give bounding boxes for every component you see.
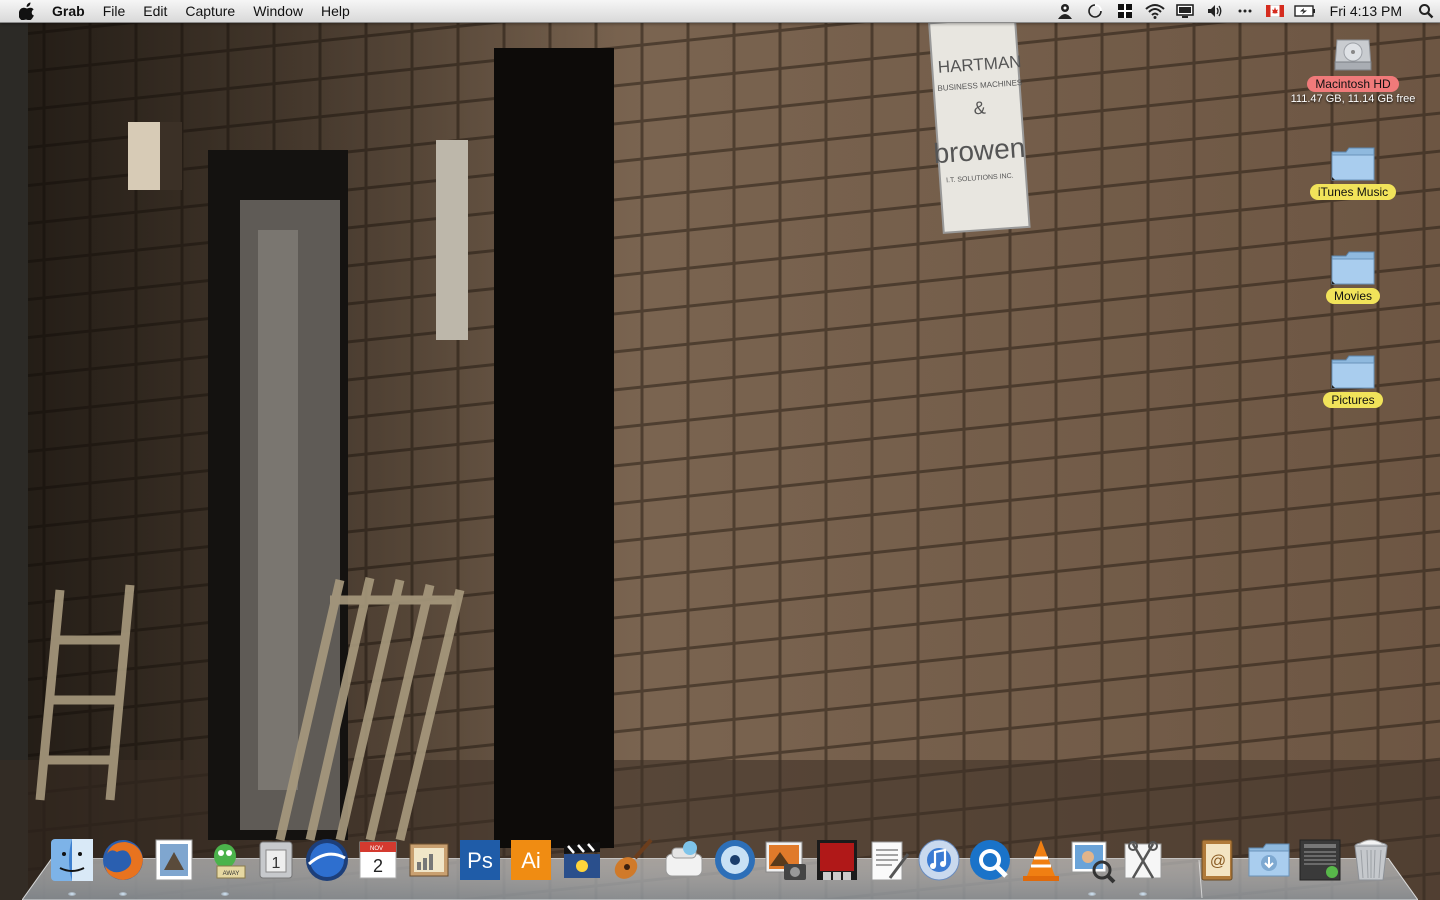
dock-vlc[interactable] xyxy=(1017,836,1065,884)
volume-icon[interactable] xyxy=(1204,0,1226,22)
dock-transmit[interactable] xyxy=(660,836,708,884)
menu-edit[interactable]: Edit xyxy=(134,0,176,22)
desktop-icon-macintosh-hd[interactable]: Macintosh HD 111.47 GB, 11.14 GB free xyxy=(1278,30,1428,105)
illustrator-icon: Ai xyxy=(511,840,551,880)
desktop-label-macintosh-hd: Macintosh HD xyxy=(1307,76,1399,92)
firefox-icon xyxy=(103,840,143,880)
dock-finder[interactable] xyxy=(48,836,96,884)
dock-trash[interactable] xyxy=(1347,836,1395,884)
svg-text:1: 1 xyxy=(272,855,281,872)
adium-duck-icon: AWAY xyxy=(214,844,246,879)
dock-activity-monitor[interactable] xyxy=(1296,836,1344,884)
svg-text:@: @ xyxy=(1210,853,1226,870)
address-book-icon: @ xyxy=(1201,839,1233,881)
dock-garageband[interactable] xyxy=(609,836,657,884)
dock-ical[interactable]: NOV 2 xyxy=(354,836,402,884)
desktop-label-pictures: Pictures xyxy=(1323,392,1383,408)
hard-drive-icon xyxy=(1329,30,1377,74)
dock-system-preferences[interactable]: 1 xyxy=(252,836,300,884)
user-icon[interactable] xyxy=(1054,0,1076,22)
dock-iphoto-viewer[interactable] xyxy=(405,836,453,884)
menu-file[interactable]: File xyxy=(94,0,135,22)
trash-icon xyxy=(1354,839,1388,881)
menu-clock[interactable]: Fri 4:13 PM xyxy=(1320,0,1412,22)
sync-icon[interactable] xyxy=(1084,0,1106,22)
desktop-icon-pictures[interactable]: Pictures xyxy=(1278,346,1428,408)
menu-window[interactable]: Window xyxy=(244,0,312,22)
dock-downloads-folder[interactable] xyxy=(1245,836,1293,884)
dock-itunes[interactable] xyxy=(915,836,963,884)
mail-stamp-icon xyxy=(155,839,193,881)
system-preferences-icon: 1 xyxy=(259,841,293,879)
photo-viewer-icon xyxy=(409,843,449,877)
dock-photoshop[interactable]: Ps xyxy=(456,836,504,884)
menu-capture[interactable]: Capture xyxy=(176,0,244,22)
spotlight-search-icon[interactable] xyxy=(1412,0,1440,22)
folder-icon xyxy=(1329,138,1377,182)
desktop-icon-movies[interactable]: Movies xyxy=(1278,242,1428,304)
display-icon[interactable] xyxy=(1174,0,1196,22)
folder-icon xyxy=(1329,346,1377,390)
apple-menu-icon[interactable] xyxy=(18,2,36,20)
dock-iphoto[interactable] xyxy=(762,836,810,884)
iphoto-camera-icon xyxy=(765,841,806,880)
menu-app-grab[interactable]: Grab xyxy=(46,0,94,22)
transmit-truck-icon xyxy=(665,841,703,877)
dock-quicktime[interactable] xyxy=(966,836,1014,884)
theater-curtain-icon xyxy=(817,840,857,880)
dock-illustrator[interactable]: Ai xyxy=(507,836,555,884)
svg-text:AWAY: AWAY xyxy=(223,871,240,877)
menu-bar: Grab File Edit Capture Window Help Fri 4… xyxy=(0,0,1440,23)
canada-flag-icon[interactable] xyxy=(1264,0,1286,22)
dvd-disc-icon xyxy=(715,840,755,880)
google-earth-icon xyxy=(306,839,348,881)
photoshop-label: Ps xyxy=(467,848,493,873)
dock-google-earth[interactable] xyxy=(303,836,351,884)
sign-text-line-3: & xyxy=(973,98,986,119)
desktop-label-movies: Movies xyxy=(1325,288,1380,304)
dock-adium[interactable]: AWAY xyxy=(201,836,249,884)
illustrator-label: Ai xyxy=(521,848,541,873)
folder-icon xyxy=(1329,242,1377,286)
guitar-icon xyxy=(614,838,653,879)
ical-month: NOV xyxy=(370,846,383,852)
desktop-icon-itunes-music[interactable]: iTunes Music xyxy=(1278,138,1428,200)
dock-grab[interactable] xyxy=(1119,836,1167,884)
finder-icon xyxy=(51,839,93,881)
vlc-cone-icon xyxy=(1023,840,1059,881)
activity-monitor-icon xyxy=(1299,839,1341,881)
imovie-clapper-icon xyxy=(564,842,600,878)
battery-icon[interactable] xyxy=(1293,0,1316,22)
downloads-folder-icon xyxy=(1248,843,1290,877)
menu-help[interactable]: Help xyxy=(312,0,359,22)
dock-imovie[interactable] xyxy=(558,836,606,884)
dock-textedit[interactable] xyxy=(864,836,912,884)
dock-dvd-player[interactable] xyxy=(711,836,759,884)
photoshop-icon: Ps xyxy=(460,840,500,880)
ical-icon: NOV 2 xyxy=(359,841,397,879)
dock-address-book[interactable]: @ xyxy=(1194,836,1242,884)
dock-preview[interactable] xyxy=(1068,836,1116,884)
ical-day: 2 xyxy=(373,856,383,876)
preview-icon xyxy=(1071,841,1116,884)
sign-text-line-4: browen xyxy=(932,132,1026,169)
grab-scissors-icon xyxy=(1124,841,1162,879)
dock-firefox[interactable] xyxy=(99,836,147,884)
dock-front-row[interactable] xyxy=(813,836,861,884)
quicktime-icon xyxy=(970,840,1010,880)
dock-mail[interactable] xyxy=(150,836,198,884)
itunes-icon xyxy=(918,839,960,881)
wifi-icon[interactable] xyxy=(1144,0,1166,22)
desktop-label-itunes-music: iTunes Music xyxy=(1309,184,1397,200)
dots-icon[interactable] xyxy=(1234,0,1256,22)
desktop-wallpaper: HARTMAN BUSINESS MACHINES & browen I.T. … xyxy=(0,0,1440,900)
flickr-icon[interactable] xyxy=(1114,0,1136,22)
disk-space-info: 111.47 GB, 11.14 GB free xyxy=(1290,93,1416,105)
textedit-icon xyxy=(871,841,910,881)
